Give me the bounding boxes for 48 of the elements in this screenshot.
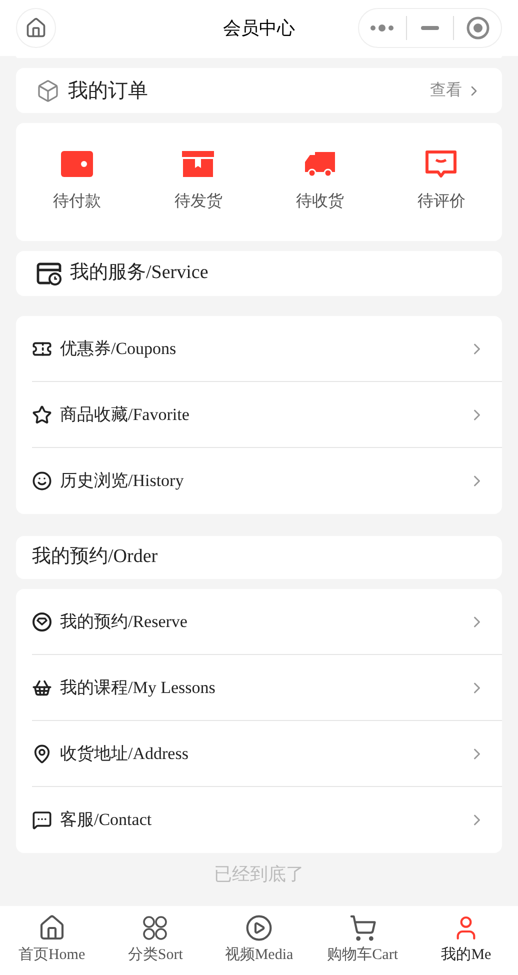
menu-item-label: 客服/Contact xyxy=(60,809,153,832)
cube-icon xyxy=(36,78,60,102)
chat-icon xyxy=(32,810,52,830)
calendar-clock-icon xyxy=(36,262,62,286)
box-icon xyxy=(181,150,216,178)
minimize-icon xyxy=(421,26,439,30)
play-icon xyxy=(244,914,273,942)
tab-bar-item[interactable]: 视频Media xyxy=(207,906,311,975)
tab-bar-item[interactable]: 首页Home xyxy=(0,906,104,975)
section-title: 我的订单 xyxy=(68,78,149,104)
menu-item[interactable]: 商品收藏/Favorite xyxy=(32,382,502,448)
order-status-button[interactable]: 待付款 xyxy=(16,150,138,214)
menu-item-label: 我的预约/Reserve xyxy=(60,610,188,633)
grid-icon xyxy=(141,914,170,942)
tab-bar-item[interactable]: 分类Sort xyxy=(104,906,208,975)
basket-icon xyxy=(32,678,52,698)
page-title: 会员中心 xyxy=(223,16,295,40)
menu-item-label: 收货地址/Address xyxy=(60,742,190,765)
cart-icon xyxy=(348,914,377,942)
section-title: 我的预约/Order xyxy=(32,545,158,570)
tab-bar-item[interactable]: 购物车Cart xyxy=(310,906,414,975)
order-status-button[interactable]: 待发货 xyxy=(138,150,259,214)
target-icon xyxy=(466,16,490,40)
home-icon xyxy=(25,17,47,39)
order-status-button[interactable]: 待评价 xyxy=(380,150,502,214)
order-status-button[interactable]: 待收货 xyxy=(259,150,380,214)
menu-item[interactable]: 收货地址/Address xyxy=(32,721,502,787)
location-pin-icon xyxy=(32,744,52,764)
menu-item-label: 商品收藏/Favorite xyxy=(60,404,190,426)
section-title: 我的服务/Service xyxy=(70,261,208,286)
menu-item[interactable]: 我的预约/Reserve xyxy=(32,589,502,655)
menu-item[interactable]: 我的课程/My Lessons xyxy=(32,655,502,721)
truck-icon xyxy=(302,150,337,178)
star-icon xyxy=(32,404,52,424)
message-icon xyxy=(424,150,458,178)
more-icon xyxy=(370,24,394,32)
end-of-list-text: 已经到底了 xyxy=(214,863,304,886)
menu-item[interactable]: 优惠券/Coupons xyxy=(32,316,502,382)
home-button[interactable] xyxy=(16,8,56,48)
menu-item[interactable]: 历史浏览/History xyxy=(32,448,502,514)
menu-item-label: 我的课程/My Lessons xyxy=(60,676,216,699)
view-link[interactable]: 查看 xyxy=(430,78,482,102)
wallet-icon xyxy=(60,150,94,178)
menu-item-label: 历史浏览/History xyxy=(60,470,185,492)
tab-bar-item[interactable]: 我的Me xyxy=(414,906,518,975)
menu-item-label: 优惠券/Coupons xyxy=(60,338,178,360)
menu-item[interactable]: 客服/Contact xyxy=(32,787,502,853)
home-icon xyxy=(38,914,66,942)
